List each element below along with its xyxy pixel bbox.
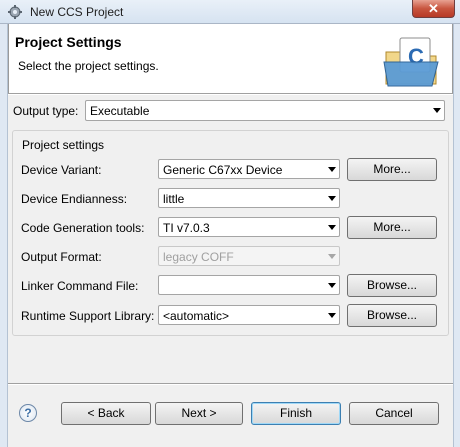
window-title: New CCS Project <box>30 5 124 19</box>
chevron-down-icon <box>328 167 336 172</box>
help-icon[interactable]: ? <box>19 404 37 422</box>
code-generation-more-button[interactable]: More... <box>347 216 437 239</box>
code-generation-value: TI v7.0.3 <box>163 221 210 235</box>
window-border-right <box>453 24 460 447</box>
wizard-header: Project Settings Select the project sett… <box>8 24 453 93</box>
chevron-down-icon <box>433 108 441 113</box>
runtime-support-browse-button[interactable]: Browse... <box>347 304 437 327</box>
gear-icon <box>8 5 22 19</box>
chevron-down-icon <box>328 225 336 230</box>
output-type-value: Executable <box>90 104 150 118</box>
output-format-select: legacy COFF <box>158 246 340 266</box>
output-type-label: Output type: <box>13 104 79 118</box>
linker-command-browse-button[interactable]: Browse... <box>347 274 437 297</box>
code-generation-select[interactable]: TI v7.0.3 <box>158 217 340 237</box>
page-subtitle: Select the project settings. <box>18 59 159 73</box>
title-bar: New CCS Project ✕ <box>0 0 460 24</box>
device-endianness-value: little <box>163 192 185 206</box>
cancel-button[interactable]: Cancel <box>349 402 439 425</box>
device-variant-select[interactable]: Generic C67xx Device <box>158 159 340 179</box>
close-icon: ✕ <box>428 1 439 16</box>
device-variant-value: Generic C67xx Device <box>163 163 283 177</box>
window-border-left <box>0 24 8 447</box>
linker-command-input[interactable] <box>158 275 340 295</box>
device-variant-label: Device Variant: <box>21 163 102 177</box>
output-format-value: legacy COFF <box>163 250 234 264</box>
chevron-down-icon <box>328 283 336 288</box>
group-title: Project settings <box>20 138 107 152</box>
back-button[interactable]: < Back <box>61 402 151 425</box>
header-separator <box>8 93 453 95</box>
output-format-label: Output Format: <box>21 250 102 264</box>
next-button[interactable]: Next > <box>155 402 243 425</box>
runtime-support-value: <automatic> <box>163 309 230 323</box>
footer-separator <box>8 383 453 385</box>
runtime-support-input[interactable]: <automatic> <box>158 305 340 325</box>
finish-button[interactable]: Finish <box>251 402 341 425</box>
device-variant-more-button[interactable]: More... <box>347 158 437 181</box>
linker-command-label: Linker Command File: <box>21 279 139 293</box>
close-button[interactable]: ✕ <box>412 0 455 18</box>
device-endianness-label: Device Endianness: <box>21 192 128 206</box>
page-title: Project Settings <box>15 34 122 50</box>
runtime-support-label: Runtime Support Library: <box>21 309 155 323</box>
chevron-down-icon <box>328 196 336 201</box>
code-generation-label: Code Generation tools: <box>21 221 145 235</box>
ccs-folder-icon: C <box>383 37 439 87</box>
chevron-down-icon <box>328 254 336 259</box>
output-type-select[interactable]: Executable <box>85 100 445 121</box>
device-endianness-select[interactable]: little <box>158 188 340 208</box>
chevron-down-icon <box>328 313 336 318</box>
